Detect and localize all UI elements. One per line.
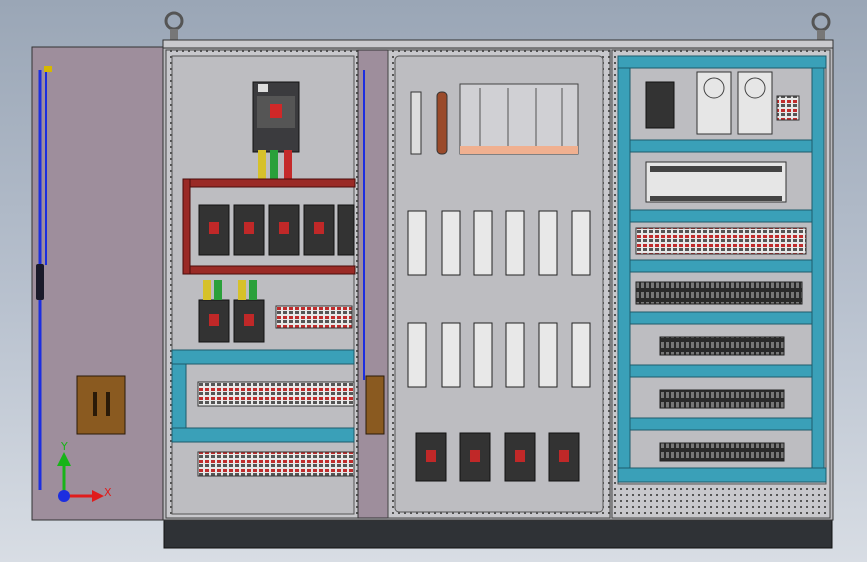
cabinet-assembly-drawing <box>31 11 834 549</box>
power-supply-1 <box>696 71 732 135</box>
cabinet-plinth <box>163 519 833 549</box>
main-circuit-breaker <box>252 81 300 153</box>
terminal-block-small <box>275 305 353 329</box>
bay-left <box>165 49 359 519</box>
power-supply-2 <box>737 71 773 135</box>
bay-right <box>611 49 831 519</box>
terminal-rail-3 <box>659 442 785 462</box>
document-pocket <box>76 375 126 435</box>
fuse-holder-group <box>459 83 579 155</box>
door-latch <box>36 264 44 300</box>
plc-module <box>645 161 787 203</box>
bay-center <box>387 49 611 519</box>
lifting-eye-left <box>164 11 184 41</box>
terminal-strip-upper <box>197 381 355 407</box>
control-breaker <box>645 81 675 129</box>
copper-busbar <box>182 178 356 188</box>
terminal-rail-1 <box>659 336 785 356</box>
terminal-rail-2 <box>659 389 785 409</box>
neutral-busbar <box>436 91 448 155</box>
wire-duct-top <box>617 55 827 69</box>
branch-breakers-row-1 <box>198 204 355 256</box>
intermediate-relays <box>635 281 803 305</box>
cabinet-top-frame <box>162 39 834 49</box>
door-bolt <box>44 66 52 72</box>
center-hinge-strip <box>357 49 389 519</box>
ground-terminal-bar <box>410 91 422 155</box>
terminal-strip-lower <box>197 451 355 477</box>
relay-row <box>635 227 807 255</box>
left-open-door <box>31 46 167 521</box>
triad-x-label: X <box>104 486 112 499</box>
cad-viewport[interactable]: Y X <box>0 0 867 562</box>
lifting-eye-right <box>811 12 831 41</box>
triad-y-label: Y <box>61 440 68 453</box>
wire-duct <box>171 349 355 365</box>
